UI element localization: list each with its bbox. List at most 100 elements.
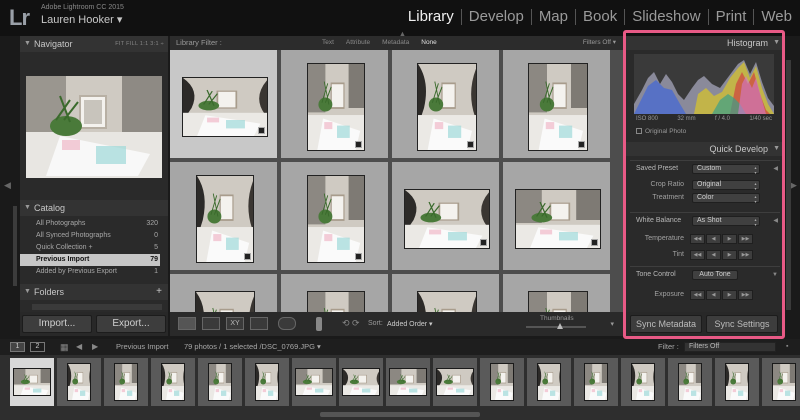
forward-arrow-icon[interactable]: ▶ [92, 339, 98, 355]
filmstrip-cell[interactable] [480, 358, 524, 406]
edited-badge-icon[interactable] [466, 141, 474, 148]
photo-thumbnail[interactable] [416, 291, 477, 312]
right-panel-toggle-icon[interactable]: ▶ [790, 180, 797, 191]
filmstrip-thumbnail[interactable] [255, 363, 279, 401]
sync-metadata-button[interactable]: Sync Metadata [630, 315, 702, 333]
edited-badge-icon[interactable] [354, 253, 362, 260]
checkbox-icon[interactable] [636, 128, 642, 134]
grid-cell[interactable] [281, 50, 390, 160]
navigator-preview[interactable] [26, 76, 162, 178]
grid-cell[interactable] [170, 162, 279, 272]
filter-presets-dropdown[interactable]: Filters Off ▾ [583, 36, 616, 50]
filmstrip-thumbnail[interactable] [436, 368, 474, 396]
step-up-button[interactable]: ▶ [722, 250, 737, 260]
module-slideshow[interactable]: Slideshow [625, 9, 709, 25]
grid-cell[interactable] [503, 274, 612, 312]
step-up-button[interactable]: ▶ [722, 234, 737, 244]
people-view-icon[interactable] [278, 317, 296, 330]
filmstrip-thumbnail[interactable] [389, 368, 427, 396]
navigator-header[interactable]: ▼ Navigator FIT FILL 1:1 3:1 ÷ [20, 36, 168, 52]
quick-develop-header[interactable]: Quick Develop ▼ [626, 142, 784, 156]
crop-ratio-dropdown[interactable]: Original [692, 180, 760, 191]
export-button[interactable]: Export... [96, 315, 166, 333]
histogram-graph[interactable] [634, 54, 774, 114]
left-panel-toggle-icon[interactable]: ◀ [4, 180, 11, 191]
edited-badge-icon[interactable] [590, 239, 598, 246]
photo-thumbnail[interactable] [181, 77, 268, 137]
filmstrip-cell[interactable] [104, 358, 148, 406]
catalog-item-all-synced[interactable]: All Synced Photographs 0 [20, 230, 160, 242]
right-panel-scrollbar[interactable] [786, 60, 791, 310]
filmstrip-cell[interactable] [151, 358, 195, 406]
filter-attribute[interactable]: Attribute [346, 36, 370, 50]
photo-thumbnail[interactable] [416, 63, 477, 151]
photo-thumbnail[interactable] [306, 291, 365, 312]
filmstrip-thumbnail[interactable] [537, 363, 561, 401]
filmstrip-thumbnail[interactable] [13, 368, 51, 396]
import-button[interactable]: Import... [22, 315, 92, 333]
edited-badge-icon[interactable] [243, 253, 251, 260]
catalog-header[interactable]: ▼ Catalog [20, 200, 168, 216]
filmstrip-thumbnail[interactable] [295, 368, 333, 396]
survey-view-icon[interactable] [250, 317, 268, 330]
catalog-item-all-photographs[interactable]: All Photographs 320 [20, 218, 160, 230]
filter-text[interactable]: Text [322, 36, 334, 50]
step-up-button[interactable]: ▶ [722, 290, 737, 300]
edited-badge-icon[interactable] [577, 141, 585, 148]
treatment-dropdown[interactable]: Color [692, 193, 760, 204]
filmstrip-thumbnail[interactable] [584, 363, 608, 401]
module-web[interactable]: Web [754, 9, 794, 25]
filmstrip-cell[interactable] [433, 358, 477, 406]
photo-thumbnail[interactable] [195, 175, 254, 263]
filmstrip-cell[interactable] [668, 358, 712, 406]
expand-triangle-icon[interactable]: ▼ [772, 269, 778, 281]
grid-view-icon[interactable] [178, 317, 196, 330]
original-photo-toggle[interactable]: Original Photo [636, 128, 686, 135]
filmstrip-cell[interactable] [292, 358, 336, 406]
filmstrip-cell[interactable] [339, 358, 383, 406]
grid-cell[interactable] [392, 50, 501, 160]
filmstrip-cell[interactable] [198, 358, 242, 406]
step-down-large-button[interactable]: ◀◀ [690, 250, 705, 260]
loupe-view-icon[interactable] [202, 317, 220, 330]
auto-tone-button[interactable]: Auto Tone [692, 270, 738, 280]
step-down-button[interactable]: ◀ [706, 250, 721, 260]
filmstrip-source[interactable]: Previous Import [116, 339, 169, 355]
step-up-large-button[interactable]: ▶▶ [738, 250, 753, 260]
filmstrip-cell[interactable] [762, 358, 800, 406]
step-up-large-button[interactable]: ▶▶ [738, 234, 753, 244]
photo-thumbnail[interactable] [194, 291, 255, 312]
navigator-zoom-options[interactable]: FIT FILL 1:1 3:1 ÷ [115, 36, 164, 52]
filter-lock-icon[interactable]: ▪ [786, 339, 788, 355]
compare-view-icon[interactable]: XY [226, 317, 244, 330]
secondary-window-button[interactable]: 2 [30, 342, 45, 352]
filter-none[interactable]: None [421, 36, 437, 50]
back-arrow-icon[interactable]: ◀ [76, 339, 82, 355]
expand-triangle-icon[interactable]: ◀ [773, 215, 778, 227]
module-develop[interactable]: Develop [462, 9, 532, 25]
catalog-item-quick-collection[interactable]: Quick Collection + 5 [20, 242, 160, 254]
filmstrip-thumbnail[interactable] [114, 363, 138, 401]
filmstrip-thumbnail[interactable] [161, 363, 185, 401]
filmstrip-cell[interactable] [574, 358, 618, 406]
filmstrip-cell[interactable] [527, 358, 571, 406]
histogram-header[interactable]: Histogram ▼ [626, 36, 784, 50]
filmstrip-thumbnail[interactable] [490, 363, 514, 401]
grid-cell[interactable] [170, 274, 279, 312]
left-panel-scrollbar[interactable] [13, 206, 17, 286]
photo-thumbnail[interactable] [527, 63, 588, 151]
step-down-large-button[interactable]: ◀◀ [690, 234, 705, 244]
folders-header[interactable]: ▼ Folders + [20, 284, 168, 300]
add-folder-icon[interactable]: + [156, 284, 162, 300]
photo-thumbnail[interactable] [403, 189, 490, 249]
filmstrip-scrollbar[interactable] [320, 412, 480, 417]
step-down-large-button[interactable]: ◀◀ [690, 290, 705, 300]
filmstrip-thumbnail[interactable] [342, 368, 380, 396]
sort-order-dropdown[interactable]: Added Order ▾ [387, 320, 433, 328]
sync-settings-button[interactable]: Sync Settings [706, 315, 778, 333]
module-library[interactable]: Library [401, 9, 462, 25]
filmstrip-thumbnail[interactable] [772, 363, 796, 401]
toolbar-options-icon[interactable]: ▾ [610, 320, 614, 328]
catalog-item-added-by-export[interactable]: Added by Previous Export 1 [20, 266, 160, 278]
filmstrip-cell[interactable] [621, 358, 665, 406]
